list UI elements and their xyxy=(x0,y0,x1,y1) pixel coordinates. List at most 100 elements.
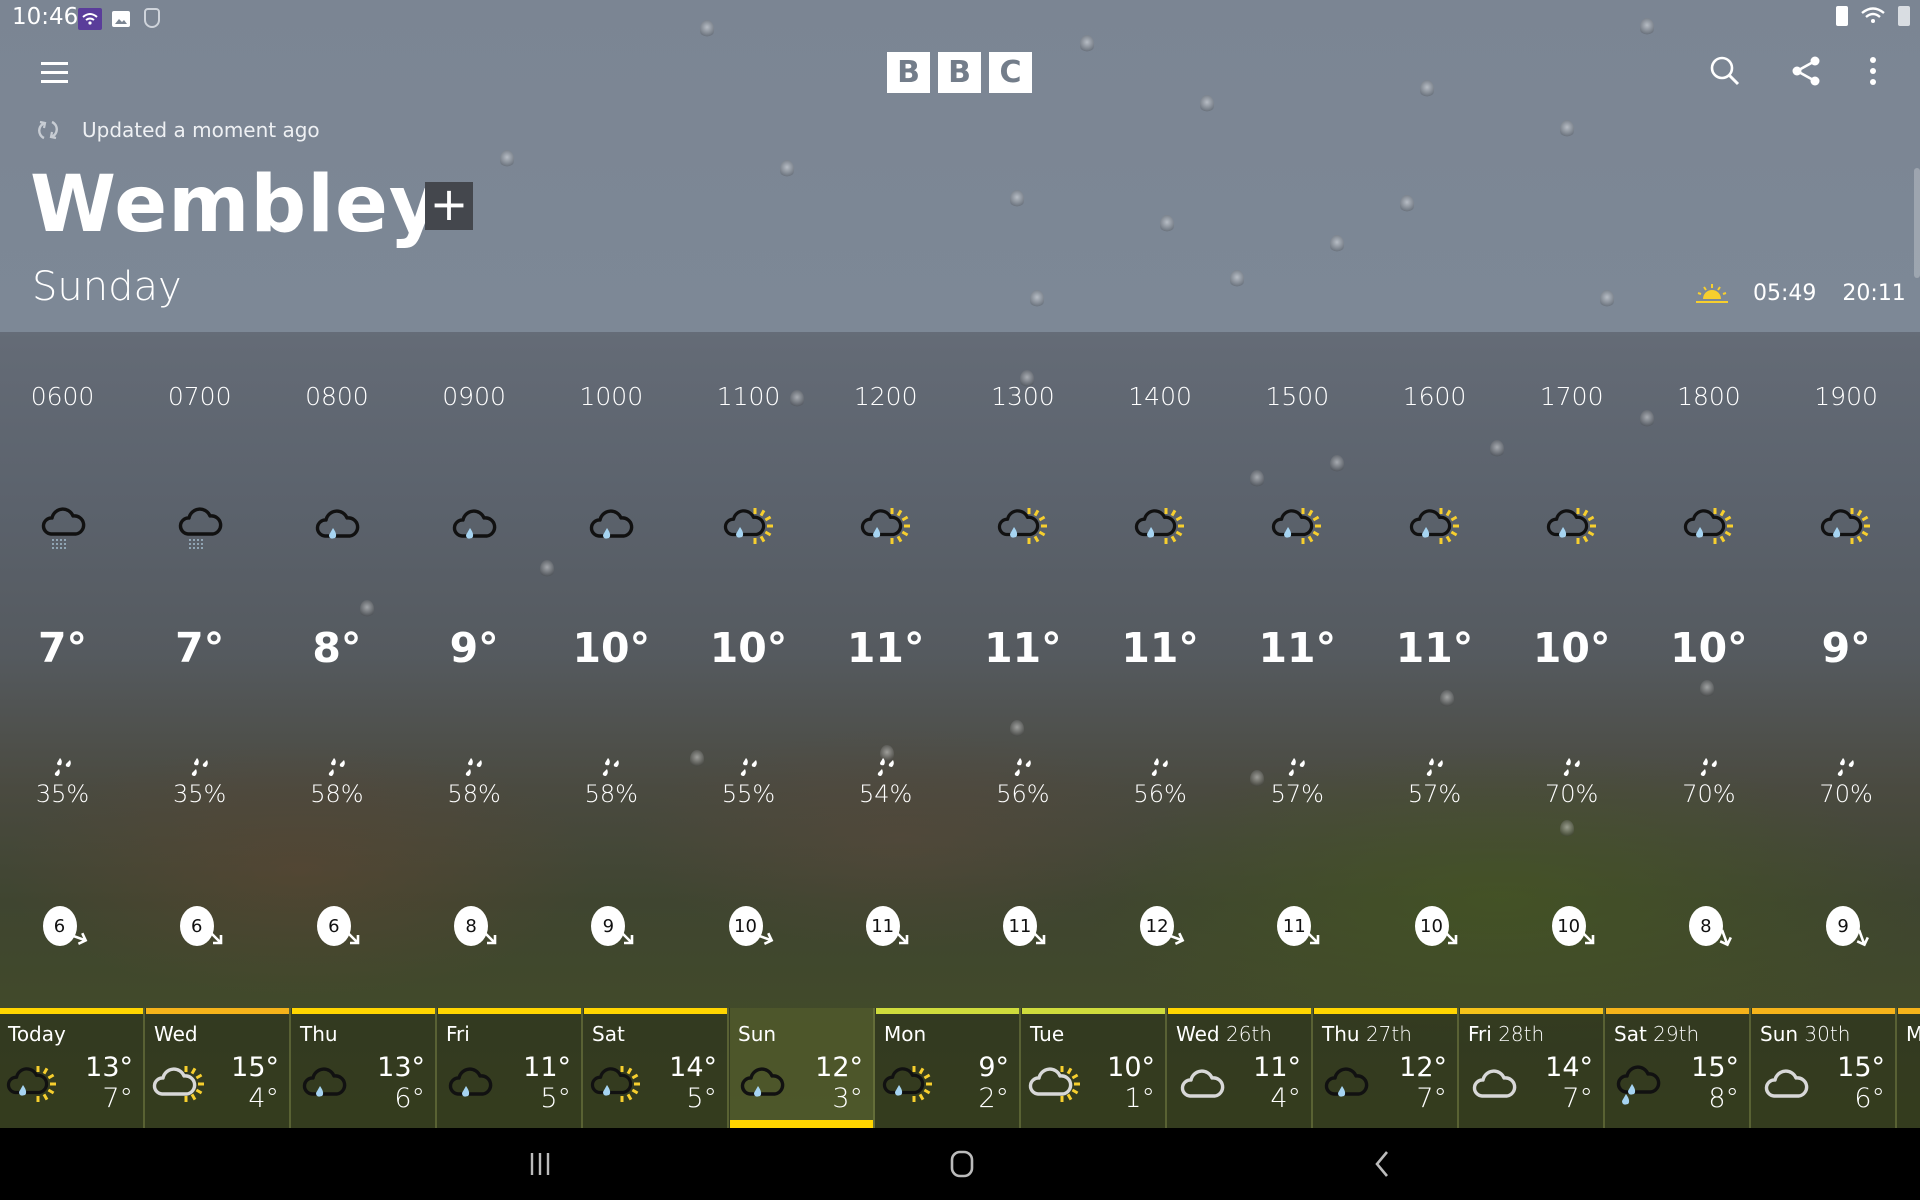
rain-chance-icon xyxy=(599,756,623,780)
rain-chance: 70% xyxy=(1682,780,1736,808)
day-date: 26th xyxy=(1225,1022,1272,1046)
day-color-bar xyxy=(584,1008,727,1014)
day-tab[interactable]: Sat 14° 5° xyxy=(584,1008,729,1128)
hour-column[interactable]: 1200 11° 54% 11 xyxy=(817,332,954,1008)
raindrop xyxy=(1160,215,1174,233)
sunrise-icon xyxy=(1696,283,1728,303)
day-min-temp: 2° xyxy=(978,1083,1009,1114)
day-tab[interactable]: Fri 28th 14° 7° xyxy=(1460,1008,1605,1128)
day-weekday: Wed xyxy=(154,1022,198,1046)
day-tab[interactable]: Sun 12° 3° xyxy=(730,1008,875,1128)
day-max-temp: 12° xyxy=(815,1052,863,1083)
rain-chance: 58% xyxy=(584,780,638,808)
day-tab[interactable]: Tue 10° 1° xyxy=(1022,1008,1167,1128)
hour-column[interactable]: 0700 7° 35% 6 xyxy=(131,332,268,1008)
raindrop xyxy=(1230,270,1244,288)
day-name: M xyxy=(1906,1022,1920,1046)
hour-column[interactable]: 1000 10° 58% 9 xyxy=(543,332,680,1008)
day-tab[interactable]: Sun 30th 15° 6° xyxy=(1752,1008,1897,1128)
recents-button[interactable] xyxy=(510,1142,570,1186)
sun-times: 05:49 20:11 xyxy=(1695,281,1906,306)
search-button[interactable] xyxy=(1704,50,1746,92)
hour-column[interactable]: 0900 9° 58% 8 xyxy=(406,332,543,1008)
rain-chance-icon xyxy=(1834,756,1858,780)
search-icon xyxy=(1710,56,1740,86)
hour-time: 0700 xyxy=(167,382,232,411)
hour-column[interactable]: 1400 11° 56% 12 xyxy=(1092,332,1229,1008)
share-button[interactable] xyxy=(1785,50,1827,92)
day-color-bar xyxy=(1752,1008,1895,1014)
sunny-rain-cloud-icon xyxy=(723,502,775,554)
rain-chance-icon xyxy=(51,756,75,780)
wifi-calling-icon xyxy=(78,8,102,30)
hour-column[interactable]: 1100 10° 55% 10 xyxy=(680,332,817,1008)
wind-indicator: 8 xyxy=(454,906,497,946)
day-min-temp: 1° xyxy=(1124,1083,1155,1114)
day-weekday: Sat xyxy=(592,1022,625,1046)
updated-status[interactable]: Updated a moment ago xyxy=(36,118,320,142)
wind-indicator: 6 xyxy=(179,906,222,946)
hour-column[interactable]: 1600 11° 57% 10 xyxy=(1366,332,1503,1008)
hour-column[interactable]: 1800 10° 70% 8 xyxy=(1640,332,1777,1008)
hour-temperature: 7° xyxy=(37,624,88,672)
wind-indicator: 10 xyxy=(1414,906,1457,946)
add-location-button[interactable]: + xyxy=(425,181,473,230)
day-min-temp: 6° xyxy=(394,1083,425,1114)
day-date: 29th xyxy=(1653,1022,1700,1046)
hour-column[interactable]: 1300 11° 56% 11 xyxy=(954,332,1091,1008)
wind-indicator: 9 xyxy=(591,906,634,946)
day-max-temp: 15° xyxy=(1691,1052,1739,1083)
hourly-forecast[interactable]: 0600 7° 35% 6 0700 7° 35% 6 0800 8° 58% … xyxy=(0,332,1920,1008)
day-tab[interactable]: Today 13° 7° xyxy=(0,1008,145,1128)
hamburger-menu-button[interactable] xyxy=(34,52,74,92)
scrollbar[interactable] xyxy=(1914,168,1920,278)
day-weekday: Fri xyxy=(1468,1022,1492,1046)
back-icon xyxy=(1375,1151,1388,1177)
day-name: Wed xyxy=(154,1022,198,1046)
hour-column[interactable]: 1900 9° 70% 9 xyxy=(1778,332,1915,1008)
rain-chance: 57% xyxy=(1270,780,1324,808)
raindrop xyxy=(1560,120,1574,138)
hour-column[interactable]: 0800 8° 58% 6 xyxy=(268,332,405,1008)
logo-block: B xyxy=(938,52,981,93)
back-button[interactable] xyxy=(1352,1142,1412,1186)
rain-cloud-icon xyxy=(1320,1060,1378,1112)
sunny-rain-cloud-icon xyxy=(997,502,1049,554)
day-min-temp: 7° xyxy=(1416,1083,1447,1114)
day-tab[interactable]: Wed 15° 4° xyxy=(146,1008,291,1128)
more-options-button[interactable] xyxy=(1853,50,1893,92)
day-color-bar xyxy=(1314,1008,1457,1014)
hour-column[interactable]: 1700 10° 70% 10 xyxy=(1503,332,1640,1008)
rain-cloud-icon xyxy=(736,1060,794,1112)
day-tab[interactable]: Thu 13° 6° xyxy=(292,1008,437,1128)
updated-text: Updated a moment ago xyxy=(82,118,320,142)
home-icon xyxy=(950,1150,974,1178)
day-tab[interactable]: Wed 26th 11° 4° xyxy=(1168,1008,1313,1128)
rain-chance-icon xyxy=(1423,756,1447,780)
rain-chance: 70% xyxy=(1819,780,1873,808)
day-tab[interactable]: Thu 27th 12° 7° xyxy=(1314,1008,1459,1128)
menu-icon-line xyxy=(41,80,68,83)
rain-chance-icon xyxy=(188,756,212,780)
day-tab[interactable]: Fri 11° 5° xyxy=(438,1008,583,1128)
day-tab[interactable]: M xyxy=(1898,1008,1920,1128)
day-tab[interactable]: Sat 29th 15° 8° xyxy=(1606,1008,1751,1128)
sunny-rain-cloud-icon xyxy=(882,1060,940,1112)
daily-forecast-strip[interactable]: Today 13° 7° Wed 15° 4° Thu 13° 6° Fri 11° 5° Sa… xyxy=(0,1008,1920,1128)
day-tab[interactable]: Mon 9° 2° xyxy=(876,1008,1021,1128)
day-color-bar xyxy=(1022,1008,1165,1014)
home-button[interactable] xyxy=(932,1142,992,1186)
hour-column[interactable]: 0600 7° 35% 6 xyxy=(0,332,131,1008)
day-max-temp: 9° xyxy=(978,1052,1009,1083)
rain-chance-icon xyxy=(1011,756,1035,780)
hour-time: 1000 xyxy=(579,382,644,411)
wind-indicator: 11 xyxy=(1002,906,1046,946)
rain-chance: 57% xyxy=(1407,780,1462,808)
day-weekday: Wed xyxy=(1176,1022,1220,1046)
raindrop xyxy=(1330,235,1344,253)
hour-time: 1200 xyxy=(853,382,918,411)
wind-indicator: 10 xyxy=(728,906,773,946)
rain-cloud-icon xyxy=(444,1060,502,1112)
day-weekday: Sun xyxy=(1760,1022,1799,1046)
hour-column[interactable]: 1500 11° 57% 11 xyxy=(1229,332,1366,1008)
